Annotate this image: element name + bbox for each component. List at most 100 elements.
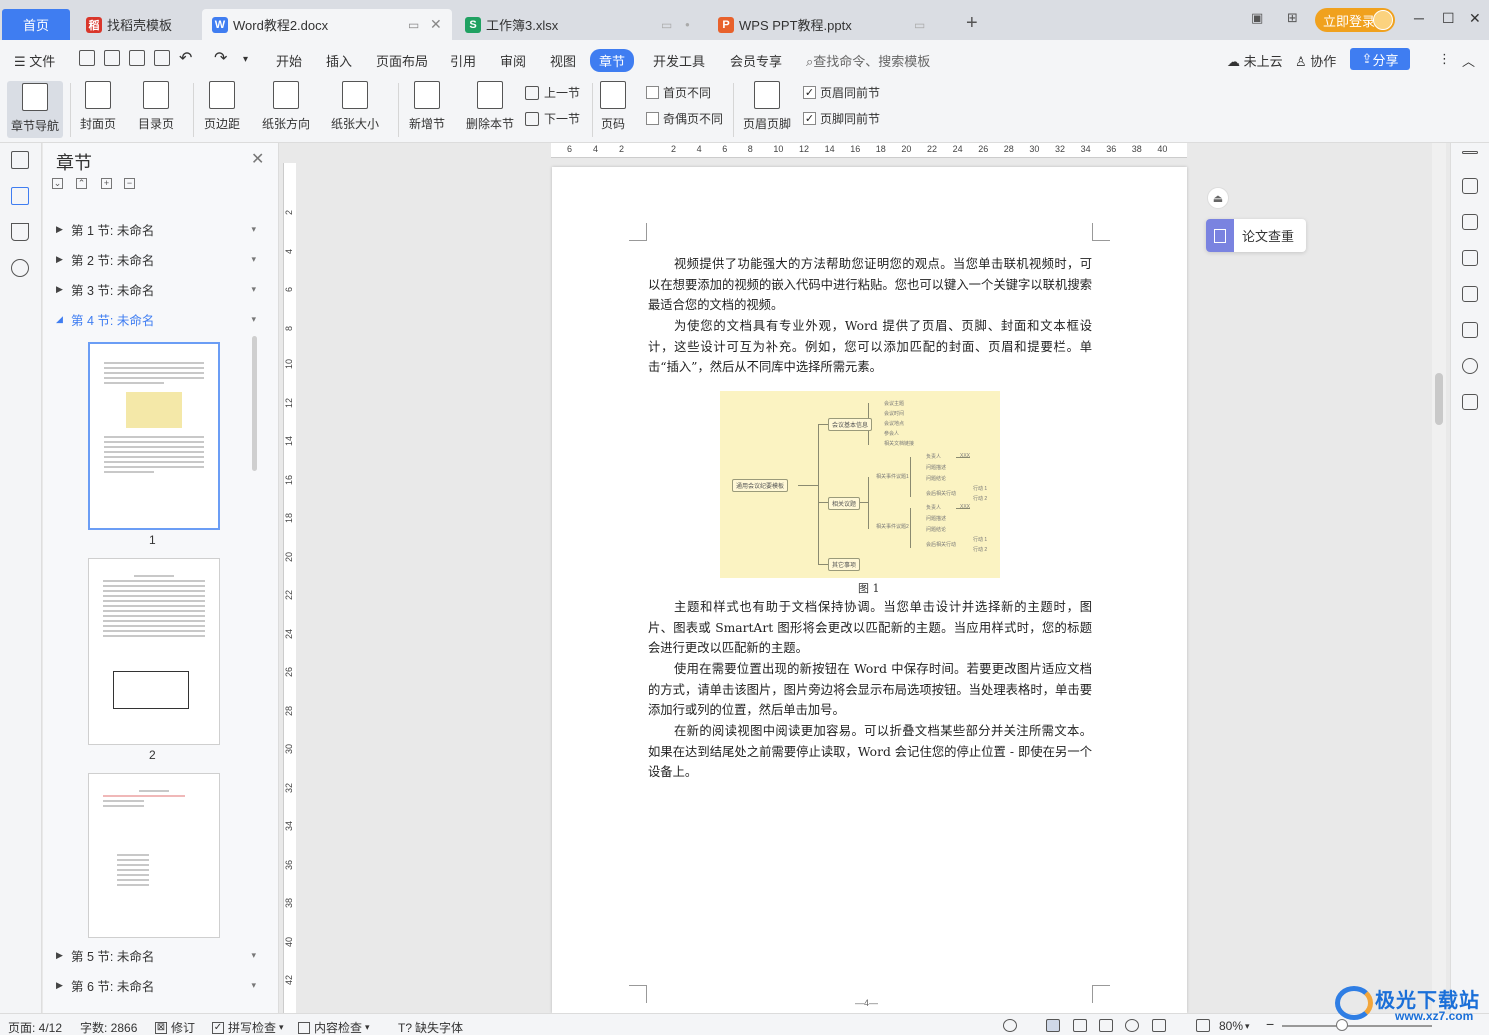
- chevron-down-icon[interactable]: ▾: [251, 254, 256, 265]
- expand-all-icon[interactable]: ⌃: [76, 178, 87, 189]
- chapter-panel-icon[interactable]: [11, 187, 29, 205]
- expand-arrow-icon[interactable]: ▶: [56, 980, 63, 991]
- toc-page-button[interactable]: 目录页: [138, 81, 174, 132]
- diff-first-page-checkbox[interactable]: 首页不同: [646, 84, 711, 101]
- cursor-select-icon[interactable]: [1462, 250, 1478, 266]
- book-read-icon[interactable]: [1462, 394, 1478, 410]
- float-window-icon[interactable]: ▭: [914, 18, 925, 32]
- body-paragraph[interactable]: 视频提供了功能强大的方法帮助您证明您的观点。当您单击联机视频时，可以在想要添加的…: [648, 254, 1092, 316]
- fit-width-icon[interactable]: [1196, 1019, 1210, 1032]
- search-icon[interactable]: [11, 259, 29, 277]
- scrollbar-thumb[interactable]: [1435, 373, 1443, 425]
- body-paragraph[interactable]: 使用在需要位置出现的新按钮在 Word 中保存时间。若要更改图片适应文档的方式，…: [648, 659, 1092, 721]
- pen-edit-icon[interactable]: [1462, 214, 1478, 230]
- export-pdf-icon[interactable]: [104, 50, 120, 66]
- remove-section-icon[interactable]: −: [124, 178, 135, 189]
- reading-view-icon[interactable]: [1099, 1019, 1113, 1032]
- margins-button[interactable]: 页边距: [204, 81, 240, 132]
- login-button[interactable]: 立即登录: [1315, 8, 1395, 32]
- chevron-down-icon[interactable]: ▾: [251, 284, 256, 295]
- panel-scrollbar[interactable]: [252, 336, 257, 471]
- print-icon[interactable]: [129, 50, 145, 66]
- zoom-level[interactable]: 80% ▾: [1219, 1019, 1250, 1033]
- command-search[interactable]: ⌕查找命令、搜索模板: [806, 51, 930, 70]
- chevron-down-icon[interactable]: ▾: [251, 314, 256, 325]
- undo-icon[interactable]: ↶: [179, 48, 192, 68]
- maximize-icon[interactable]: ☐: [1442, 10, 1455, 27]
- float-window-icon[interactable]: ▭: [661, 18, 672, 32]
- ai-assistant-icon[interactable]: [1462, 358, 1478, 374]
- close-tab-icon[interactable]: ✕: [430, 16, 442, 33]
- spell-check-toggle[interactable]: ✓ 拼写检查 ▾: [212, 1019, 284, 1035]
- tab-word-doc[interactable]: W Word教程2.docx ▭ ✕: [202, 9, 452, 40]
- collapse-float-button[interactable]: ⏏: [1207, 187, 1229, 209]
- collapse-arrow-icon[interactable]: ◢: [56, 314, 63, 325]
- file-menu[interactable]: ☰ 文件: [14, 51, 55, 70]
- add-section-icon[interactable]: +: [101, 178, 112, 189]
- menu-view[interactable]: 视图: [550, 51, 576, 70]
- cloud-status[interactable]: ☁ 未上云: [1227, 51, 1283, 70]
- chapter-nav-button[interactable]: 章节导航: [7, 81, 64, 138]
- eye-protection-icon[interactable]: [1003, 1019, 1017, 1032]
- page-thumbnail[interactable]: [88, 773, 220, 938]
- menu-chapter[interactable]: 章节: [590, 49, 635, 72]
- document-outline-icon[interactable]: [11, 151, 29, 169]
- tab-home[interactable]: 首页: [2, 9, 70, 40]
- bookmark-icon[interactable]: [11, 223, 29, 241]
- new-section-button[interactable]: 新增节: [409, 81, 445, 132]
- page-thumbnail[interactable]: [88, 342, 220, 530]
- diff-odd-even-checkbox[interactable]: 奇偶页不同: [646, 110, 723, 127]
- collaborate-button[interactable]: ♙ 协作: [1295, 51, 1336, 70]
- more-quick-icon[interactable]: ▾: [243, 54, 248, 65]
- menu-review[interactable]: 审阅: [500, 51, 526, 70]
- print-preview-icon[interactable]: [154, 50, 170, 66]
- sliders-icon[interactable]: [1462, 286, 1478, 302]
- collapse-all-icon[interactable]: ⌄: [52, 178, 63, 189]
- document-scrollbar[interactable]: [1432, 143, 1446, 1013]
- outline-view-icon[interactable]: [1073, 1019, 1087, 1032]
- word-count[interactable]: 字数: 2866: [80, 1019, 137, 1035]
- expand-arrow-icon[interactable]: ▶: [56, 284, 63, 295]
- share-button[interactable]: ⇪ 分享: [1350, 48, 1410, 70]
- page-thumbnail[interactable]: [88, 558, 220, 745]
- section-item[interactable]: ▶ 第 5 节: 未命名 ▾: [56, 946, 256, 965]
- chevron-down-icon[interactable]: ▾: [251, 224, 256, 235]
- orientation-button[interactable]: 纸张方向: [262, 81, 310, 132]
- save-icon[interactable]: [79, 50, 95, 66]
- redo-icon[interactable]: ↷: [214, 48, 227, 68]
- next-section-button[interactable]: 下一节: [525, 110, 580, 127]
- page-view-icon[interactable]: [1046, 1019, 1060, 1032]
- content-check-toggle[interactable]: 内容检查 ▾: [298, 1019, 370, 1035]
- web-view-icon[interactable]: [1125, 1019, 1139, 1032]
- delete-section-button[interactable]: 删除本节: [466, 81, 514, 132]
- missing-font-button[interactable]: T? 缺失字体: [398, 1019, 463, 1035]
- tab-ppt[interactable]: P WPS PPT教程.pptx ▭: [708, 9, 958, 40]
- chevron-down-icon[interactable]: ▾: [251, 950, 256, 961]
- body-paragraph[interactable]: 在新的阅读视图中阅读更加容易。可以折叠文档某些部分并关注所需文本。如果在达到结尾…: [648, 721, 1092, 783]
- body-paragraph[interactable]: 为使您的文档具有专业外观，Word 提供了页眉、页脚、封面和文本框设计，这些设计…: [648, 316, 1092, 378]
- menu-insert[interactable]: 插入: [326, 51, 352, 70]
- section-item[interactable]: ▶ 第 2 节: 未命名 ▾: [56, 250, 256, 269]
- menu-member[interactable]: 会员专享: [730, 51, 782, 70]
- float-window-icon[interactable]: ▭: [408, 18, 419, 32]
- paper-check-button[interactable]: 论文查重: [1206, 219, 1306, 252]
- expand-arrow-icon[interactable]: ▶: [56, 224, 63, 235]
- menu-page-layout[interactable]: 页面布局: [376, 51, 428, 70]
- horizontal-ruler[interactable]: 6 4 2 2 4 6 8 10 12 14 16 18 20 22 24 26 28 30 32 34 36 38 40: [551, 143, 1187, 158]
- menu-references[interactable]: 引用: [450, 51, 476, 70]
- tab-template[interactable]: 稻 找稻壳模板: [76, 9, 200, 40]
- section-item-active[interactable]: ◢ 第 4 节: 未命名 ▾: [56, 310, 256, 329]
- screen-icon[interactable]: ▣: [1251, 10, 1263, 26]
- footer-same-checkbox[interactable]: ✓ 页脚同前节: [803, 110, 880, 127]
- section-item[interactable]: ▶ 第 3 节: 未命名 ▾: [56, 280, 256, 299]
- revise-toggle[interactable]: ⊠ 修订: [155, 1019, 195, 1035]
- page-count[interactable]: 页面: 4/12: [8, 1019, 62, 1035]
- menu-start[interactable]: 开始: [276, 51, 302, 70]
- write-view-icon[interactable]: [1152, 1019, 1166, 1032]
- page-number-button[interactable]: 页码: [600, 81, 626, 132]
- header-footer-button[interactable]: 页眉页脚: [743, 81, 791, 132]
- collapse-ribbon-icon[interactable]: ︿: [1462, 51, 1475, 70]
- rocket-icon[interactable]: [1462, 178, 1478, 194]
- tab-excel[interactable]: S 工作簿3.xlsx ▭ ●: [455, 9, 703, 40]
- prev-section-button[interactable]: 上一节: [525, 84, 580, 101]
